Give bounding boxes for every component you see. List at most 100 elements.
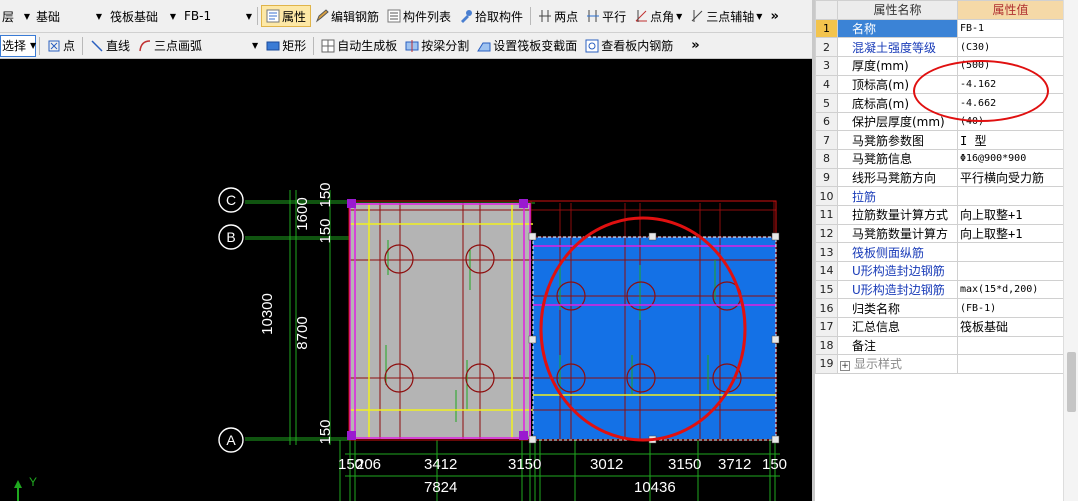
chevron-down-icon: ▼: [756, 11, 763, 21]
split-by-beam-label: 按梁分割: [421, 39, 470, 53]
auto-gen-button[interactable]: 自动生成板: [317, 35, 401, 57]
property-value[interactable]: -4.162: [957, 74, 1064, 95]
table-row[interactable]: 10 拉筋: [815, 186, 1064, 207]
component-list-button[interactable]: 构件列表: [383, 5, 455, 27]
property-name: 底标高(m): [837, 93, 958, 113]
table-row[interactable]: 4 顶标高(m) -4.162: [815, 74, 1064, 95]
table-row[interactable]: 12 马凳筋数量计算方 向上取整+1: [815, 223, 1064, 244]
dim-206: 206: [356, 456, 381, 473]
type-combo[interactable]: 筏板基础 ▼: [108, 5, 178, 27]
expand-icon[interactable]: +: [840, 361, 850, 372]
row-number: 18: [815, 335, 838, 356]
property-name: 马凳筋信息: [837, 149, 958, 169]
table-row[interactable]: 15 U形构造封边钢筋 max(15*d,200): [815, 279, 1064, 300]
property-value[interactable]: (40): [957, 111, 1064, 132]
view-rebar-button[interactable]: 查看板内钢筋: [581, 35, 677, 57]
property-value[interactable]: (C30): [957, 37, 1064, 57]
point-angle-button[interactable]: 点角 ▼: [630, 5, 686, 27]
dim-3012: 3012: [590, 456, 623, 473]
element-combo-value: FB-1: [184, 9, 212, 23]
component-list-label: 构件列表: [403, 9, 452, 24]
split-by-beam-button[interactable]: 按梁分割: [401, 35, 473, 57]
property-value[interactable]: 平行横向受力筋: [957, 167, 1064, 188]
grid-icon: [321, 39, 335, 53]
table-row[interactable]: 6 保护层厚度(mm) (40): [815, 111, 1064, 132]
toolbar2-overflow-button[interactable]: »: [691, 38, 699, 53]
property-value[interactable]: 筏板基础: [957, 316, 1064, 337]
property-value[interactable]: 向上取整+1: [957, 205, 1064, 225]
table-row[interactable]: 1 名称 FB-1: [815, 18, 1064, 39]
rect-tool-button[interactable]: 矩形: [262, 35, 310, 57]
property-value[interactable]: [957, 354, 1064, 374]
drawing-canvas[interactable]: C B A 150 1600 150 8700 150 10300 150 20…: [0, 59, 812, 501]
properties-button[interactable]: 属性: [261, 5, 312, 27]
axis-label-b: B: [226, 229, 235, 245]
set-slope-button[interactable]: 设置筏板变截面: [473, 35, 581, 57]
toolbar-overflow-button[interactable]: »: [770, 9, 778, 24]
property-value[interactable]: -4.662: [957, 93, 1064, 113]
table-row[interactable]: 2 混凝土强度等级 (C30): [815, 37, 1064, 57]
axis-bubble-c: C: [218, 187, 244, 213]
table-row[interactable]: 11 拉筋数量计算方式 向上取整+1: [815, 205, 1064, 225]
property-value[interactable]: FB-1: [957, 18, 1064, 39]
table-row[interactable]: 13 筏板侧面纵筋: [815, 242, 1064, 262]
element-combo[interactable]: FB-1 ▼: [182, 5, 254, 27]
category-combo[interactable]: 基础 ▼: [34, 5, 104, 27]
table-row[interactable]: 3 厚度(mm) (500): [815, 55, 1064, 76]
chevron-down-icon: ▼: [23, 11, 30, 21]
property-value[interactable]: (500): [957, 55, 1064, 76]
dim-3150-b: 3150: [668, 456, 701, 473]
toolbar-separator: [313, 36, 315, 55]
property-name: 马凳筋数量计算方: [837, 223, 958, 244]
three-point-aux-button[interactable]: 三点辅轴 ▼: [686, 5, 766, 27]
toolbar-main: 层 ▼ 基础 ▼ 筏板基础 ▼ FB-1 ▼ 属性 编辑钢筋 构件列表 拾取构件…: [0, 0, 812, 33]
row-number: 17: [815, 316, 838, 337]
parallel-button[interactable]: 平行: [582, 5, 630, 27]
rectangle-icon: [266, 39, 280, 53]
select-tool-button[interactable]: 选择 ▼: [0, 34, 36, 57]
property-value[interactable]: [957, 260, 1064, 281]
property-name: 名称: [837, 18, 958, 39]
table-row[interactable]: 9 线形马凳筋方向 平行横向受力筋: [815, 167, 1064, 188]
edit-rebar-button[interactable]: 编辑钢筋: [311, 5, 383, 27]
property-value[interactable]: max(15*d,200): [957, 279, 1064, 300]
table-row[interactable]: 7 马凳筋参数图 I 型: [815, 130, 1064, 151]
property-value[interactable]: Φ16@900*900: [957, 149, 1064, 169]
table-row[interactable]: 19 + 显示样式: [815, 354, 1064, 374]
property-scrollbar[interactable]: [1063, 0, 1078, 501]
display-style-row[interactable]: + 显示样式: [837, 354, 958, 374]
floor-combo[interactable]: 层 ▼: [0, 5, 32, 27]
slab-grey[interactable]: [349, 203, 531, 439]
point-angle-icon: [634, 9, 648, 23]
property-value[interactable]: I 型: [957, 130, 1064, 151]
table-row[interactable]: 17 汇总信息 筏板基础: [815, 316, 1064, 337]
table-row[interactable]: 18 备注: [815, 335, 1064, 356]
plan-drawing[interactable]: C B A 150 1600 150 8700 150 10300 150 20…: [0, 59, 812, 501]
point-tool-button[interactable]: 点: [43, 35, 79, 57]
row-number: 13: [815, 242, 838, 262]
scrollbar-thumb[interactable]: [1067, 352, 1076, 412]
table-row[interactable]: 16 归类名称 (FB-1): [815, 298, 1064, 318]
table-row[interactable]: 8 马凳筋信息 Φ16@900*900: [815, 149, 1064, 169]
property-value[interactable]: (FB-1): [957, 298, 1064, 318]
table-row[interactable]: 14 U形构造封边钢筋: [815, 260, 1064, 281]
pick-component-button[interactable]: 拾取构件: [455, 5, 527, 27]
toolbar-separator: [530, 7, 532, 25]
picker-icon: [459, 9, 473, 23]
property-value[interactable]: [957, 242, 1064, 262]
slab-blue-selected[interactable]: [533, 237, 776, 439]
two-points-button[interactable]: 两点: [534, 5, 582, 27]
chevron-down-icon[interactable]: ▼: [252, 41, 258, 50]
row-number: 3: [815, 55, 838, 76]
property-name: 拉筋数量计算方式: [837, 205, 958, 225]
property-name: 马凳筋参数图: [837, 130, 958, 151]
table-row[interactable]: 5 底标高(m) -4.662: [815, 93, 1064, 113]
property-value[interactable]: [957, 186, 1064, 207]
line-label: 直线: [106, 39, 131, 53]
property-value[interactable]: [957, 335, 1064, 356]
arc3-tool-button[interactable]: 三点画弧: [134, 35, 206, 57]
type-combo-value: 筏板基础: [110, 9, 159, 24]
line-tool-button[interactable]: 直线: [86, 35, 134, 57]
ucs-y-label: Y: [29, 475, 37, 489]
property-value[interactable]: 向上取整+1: [957, 223, 1064, 244]
